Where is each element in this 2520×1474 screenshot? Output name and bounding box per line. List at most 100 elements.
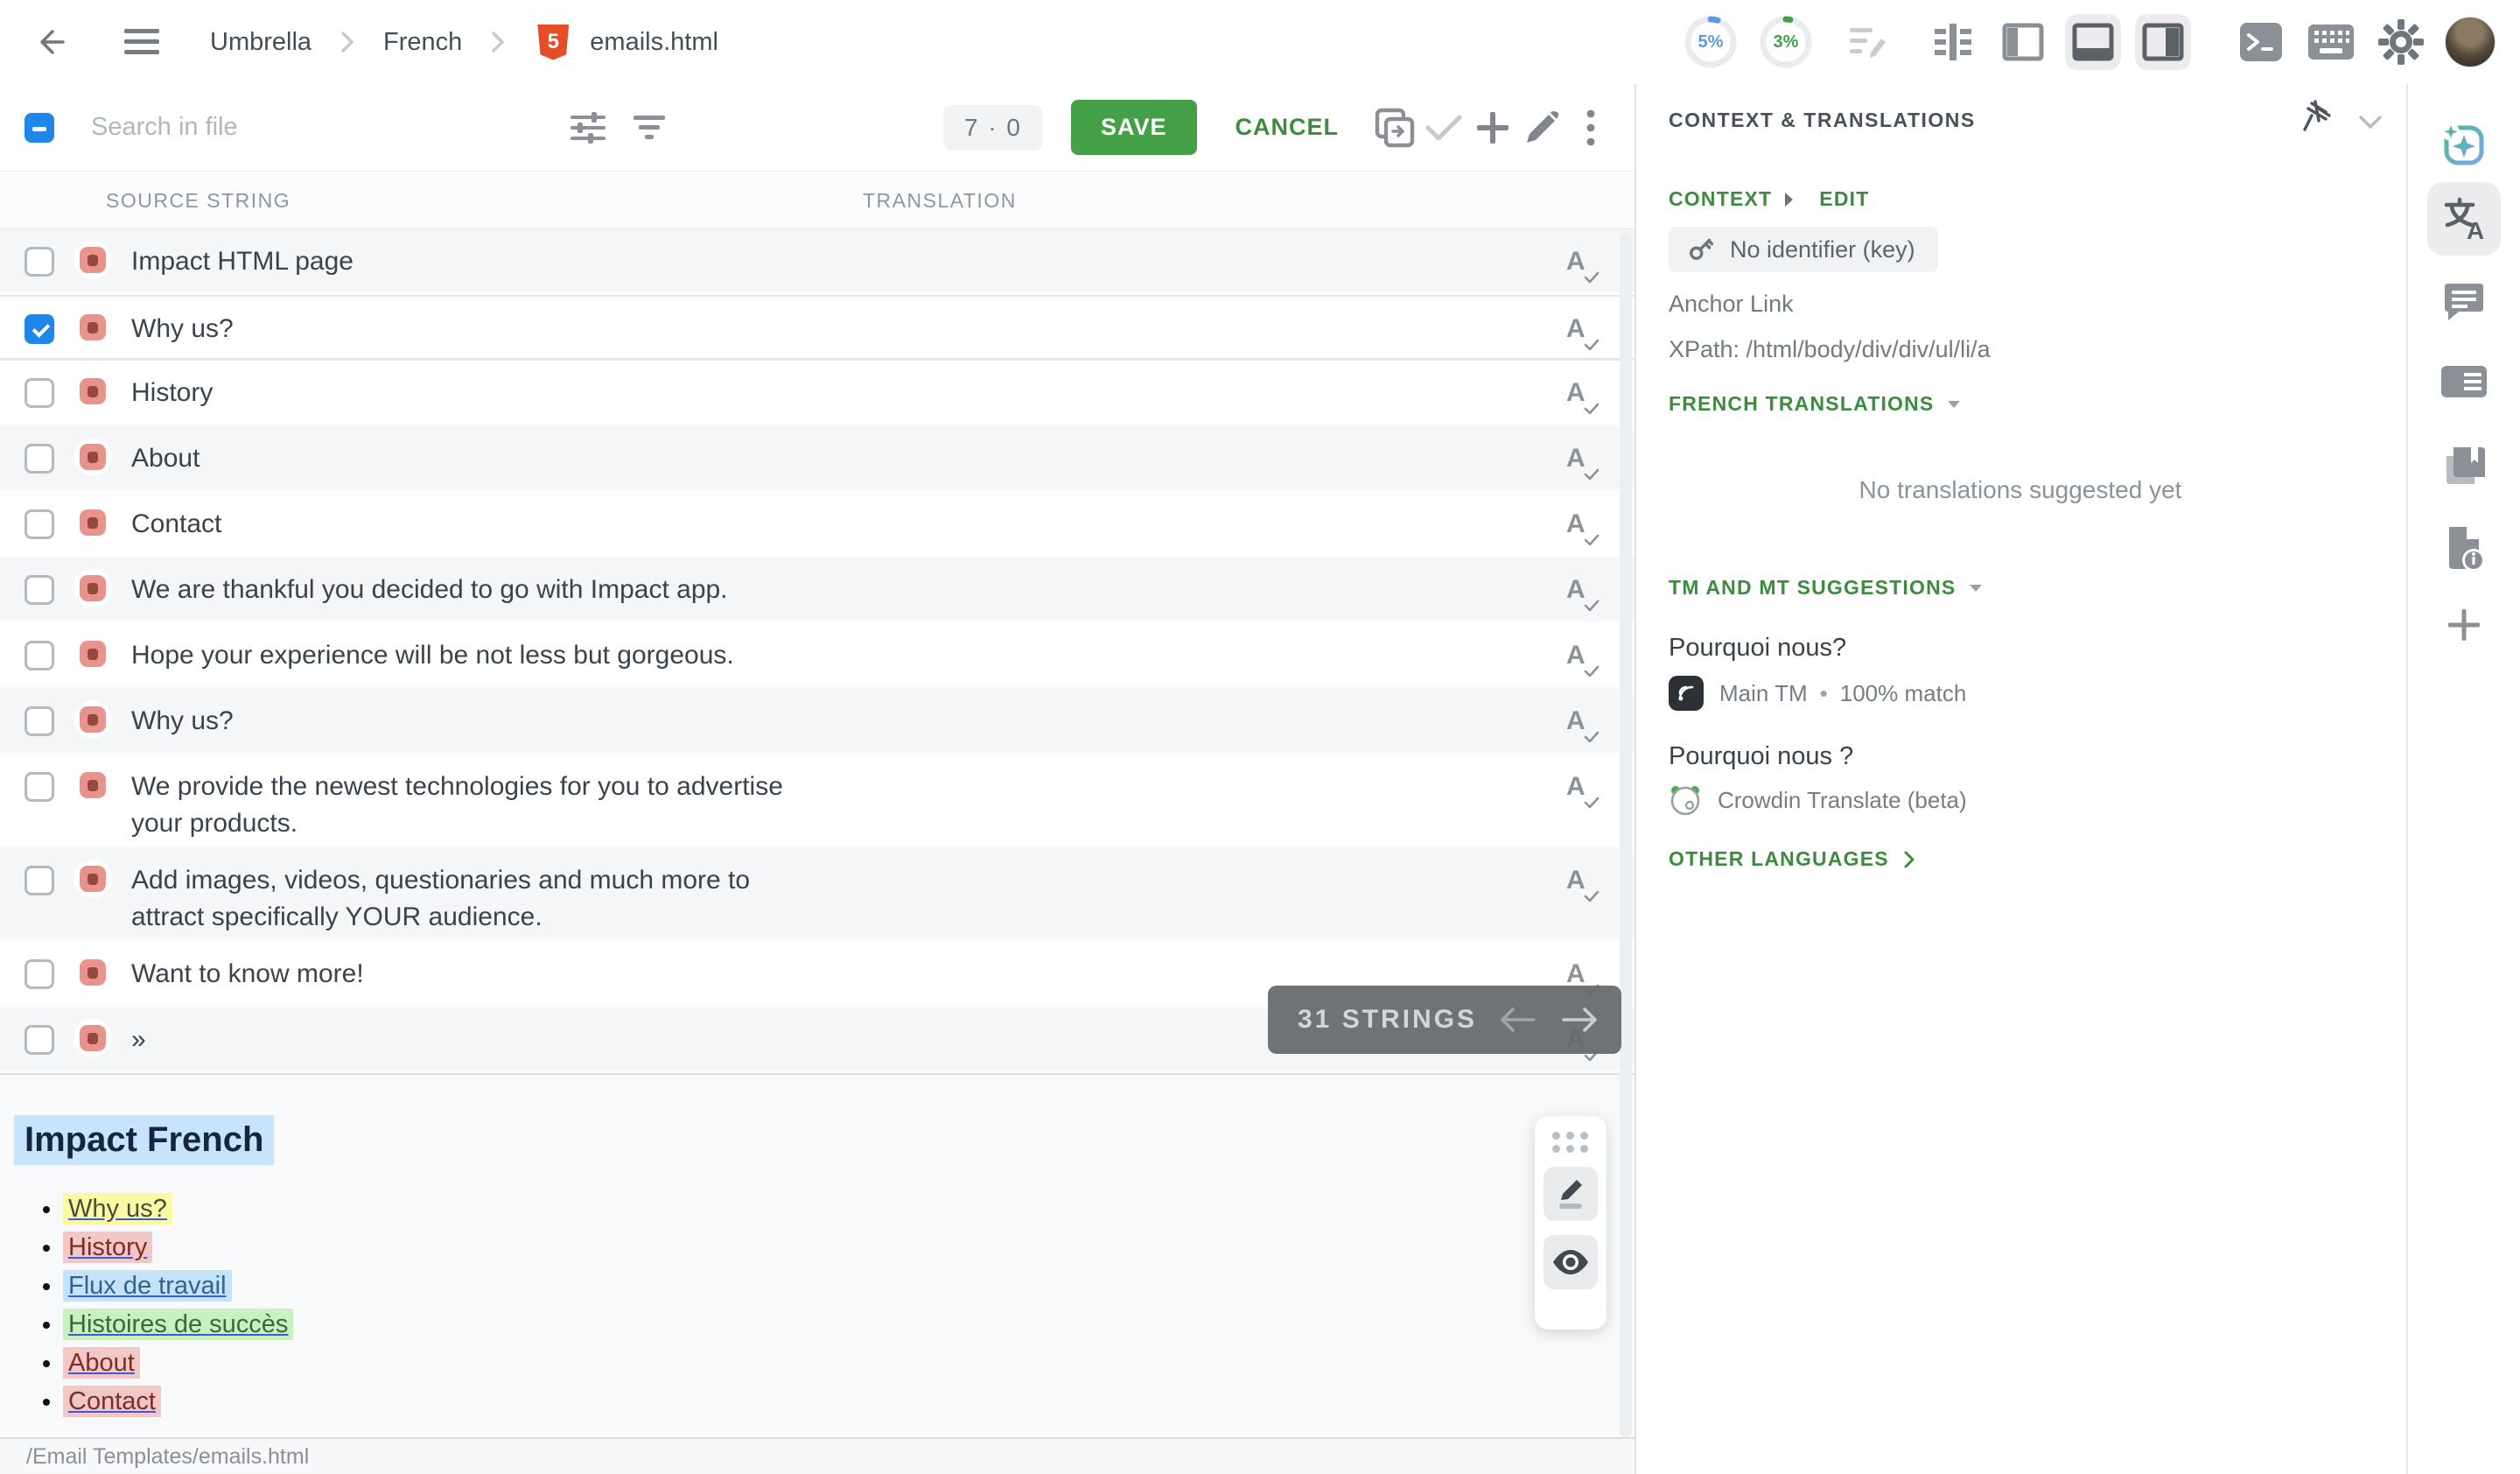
string-row[interactable]: Hope your experience will be not less bu… [0,623,1634,689]
source-string-text[interactable]: About [131,440,200,477]
source-string-text[interactable]: » [131,1021,146,1058]
tm-suggestions-section-header[interactable]: TM AND MT SUGGESTIONS [1669,576,1984,600]
add-panel-button[interactable] [2427,588,2501,662]
string-row[interactable]: Why us? A [0,295,1634,361]
source-string-text[interactable]: We provide the newest technologies for y… [131,769,822,842]
source-string-text[interactable]: Why us? [131,703,234,740]
preview-heading[interactable]: Impact French [14,1115,274,1165]
cancel-button[interactable]: CANCEL [1236,114,1340,141]
file-info-tab[interactable] [2427,511,2501,585]
user-avatar[interactable] [2445,17,2496,67]
hamburger-menu-button[interactable] [116,16,168,68]
comments-tab[interactable] [2427,266,2501,340]
select-all-checkbox[interactable] [24,113,54,143]
source-string-text[interactable]: Impact HTML page [131,243,354,280]
next-page-arrow-icon[interactable] [1560,1006,1599,1034]
breadcrumb-language[interactable]: French [383,28,462,57]
string-row[interactable]: Add images, videos, questionaries and mu… [0,848,1634,942]
console-button[interactable] [2233,14,2289,70]
string-row[interactable]: We provide the newest technologies for y… [0,755,1634,848]
row-checkbox[interactable] [24,444,54,474]
glossary-tab[interactable] [2427,429,2501,502]
preview-link[interactable]: Why us? [63,1193,172,1225]
preview-link[interactable]: Flux de travail [63,1270,232,1302]
back-button[interactable] [23,16,75,68]
search-input[interactable] [91,113,502,142]
scrollbar-track[interactable] [1620,233,1632,1437]
progress-ring[interactable]: 5% [1682,13,1740,71]
string-row[interactable]: Contact A [0,492,1634,558]
translate-action-button[interactable]: A [1563,314,1601,353]
french-translations-section-header[interactable]: FRENCH TRANSLATIONS [1669,392,1962,416]
translate-action-button[interactable]: A [1563,444,1601,482]
view-side-by-side-button[interactable] [1995,14,2051,70]
row-checkbox[interactable] [24,706,54,736]
translate-action-button[interactable]: A [1563,706,1601,745]
translation-memory-tab[interactable] [2427,345,2501,418]
source-string-text[interactable]: Hope your experience will be not less bu… [131,637,734,674]
preview-link[interactable]: Contact [63,1386,161,1417]
row-checkbox[interactable] [24,641,54,670]
string-row[interactable]: About A [0,426,1634,492]
source-string-text[interactable]: Want to know more! [131,956,364,993]
suggestion-text[interactable]: Pourquoi nous ? [1669,742,1853,771]
string-row[interactable]: History A [0,361,1634,426]
breadcrumb-file[interactable]: emails.html [590,28,718,57]
string-row[interactable]: Why us? A [0,689,1634,755]
row-checkbox[interactable] [24,314,54,344]
translate-action-button[interactable]: A [1563,509,1601,548]
suggestion-text[interactable]: Pourquoi nous? [1669,634,1846,663]
row-checkbox[interactable] [24,959,54,989]
context-link[interactable]: CONTEXT [1669,187,1772,211]
translate-action-button[interactable]: A [1563,247,1601,285]
source-string-text[interactable]: We are thankful you decided to go with I… [131,572,728,608]
row-checkbox[interactable] [24,1025,54,1055]
preview-link[interactable]: Histoires de succès [63,1309,293,1340]
copy-source-button[interactable] [1370,103,1419,152]
translate-action-button[interactable]: A [1563,772,1601,811]
prev-page-arrow-icon[interactable] [1499,1006,1537,1034]
string-row[interactable]: We are thankful you decided to go with I… [0,558,1634,623]
settings-button[interactable] [2373,14,2429,70]
edit-context-link[interactable]: EDIT [1819,187,1869,211]
other-languages-section-header[interactable]: OTHER LANGUAGES [1669,847,1915,871]
row-checkbox[interactable] [24,866,54,895]
more-options-button[interactable] [1566,103,1615,152]
view-bottom-panel-button[interactable] [2065,14,2121,70]
progress-ring[interactable]: 3% [1757,13,1815,71]
drag-handle[interactable] [1552,1132,1589,1153]
row-checkbox[interactable] [24,772,54,802]
edit-string-button[interactable] [1517,103,1566,152]
draft-notes-button[interactable] [1839,14,1895,70]
filter-strings-button[interactable] [625,103,674,152]
pin-panel-button[interactable] [2300,100,2334,143]
row-checkbox[interactable] [24,509,54,539]
preview-visibility-button[interactable] [1544,1235,1598,1289]
translate-action-button[interactable]: A [1563,575,1601,614]
row-checkbox[interactable] [24,247,54,277]
source-string-text[interactable]: Add images, videos, questionaries and mu… [131,862,822,936]
string-row[interactable]: Impact HTML page A [0,229,1634,295]
source-string-text[interactable]: History [131,375,213,411]
translate-action-button[interactable]: A [1563,641,1601,679]
translate-action-button[interactable]: A [1563,378,1601,417]
ai-assistant-tab[interactable] [2427,109,2501,182]
preview-link[interactable]: About [63,1347,140,1379]
preview-edit-button[interactable] [1544,1167,1598,1221]
view-comfortable-button[interactable] [1925,14,1981,70]
view-right-panel-button[interactable] [2135,14,2191,70]
approve-button[interactable] [1419,103,1468,152]
collapse-panel-button[interactable] [2359,116,2382,134]
row-checkbox[interactable] [24,378,54,408]
save-button[interactable]: SAVE [1071,100,1197,155]
breadcrumb-project[interactable]: Umbrella [210,28,312,57]
translate-action-button[interactable]: A [1563,866,1601,904]
preview-link[interactable]: History [63,1232,152,1263]
add-string-button[interactable] [1468,103,1517,152]
translations-tab[interactable]: A [2427,182,2501,256]
shortcuts-button[interactable] [2303,14,2359,70]
advanced-filter-button[interactable] [564,103,612,152]
row-checkbox[interactable] [24,575,54,605]
source-string-text[interactable]: Why us? [131,311,234,347]
source-string-text[interactable]: Contact [131,506,221,543]
